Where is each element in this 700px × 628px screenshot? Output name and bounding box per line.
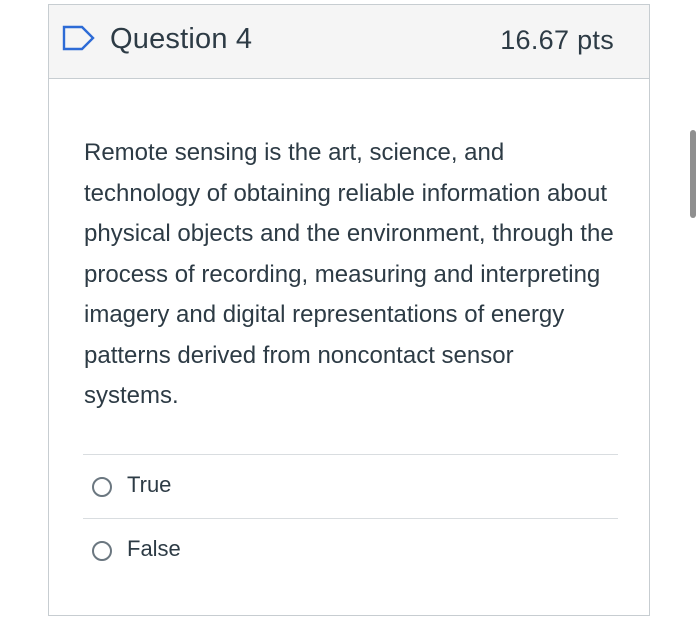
question-text: Remote sensing is the art, science, and … xyxy=(84,139,614,409)
flag-question-icon[interactable] xyxy=(62,25,96,51)
scrollbar-thumb[interactable] xyxy=(690,130,696,218)
answer-option-true[interactable]: True xyxy=(83,454,618,518)
answer-label-true[interactable]: True xyxy=(127,472,171,498)
question-points: 16.67 pts xyxy=(500,25,614,55)
question-header: Question 4 16.67 pts xyxy=(49,5,649,79)
radio-button-false[interactable] xyxy=(92,541,112,561)
answer-label-false[interactable]: False xyxy=(127,536,181,562)
radio-button-true[interactable] xyxy=(92,477,112,497)
question-card: Question 4 16.67 pts Remote sensing is t… xyxy=(48,4,650,616)
answer-option-false[interactable]: False xyxy=(83,518,618,582)
quiz-page: Question 4 16.67 pts Remote sensing is t… xyxy=(0,0,700,628)
answer-list: True False xyxy=(83,454,618,582)
question-title: Question 4 xyxy=(110,23,253,55)
